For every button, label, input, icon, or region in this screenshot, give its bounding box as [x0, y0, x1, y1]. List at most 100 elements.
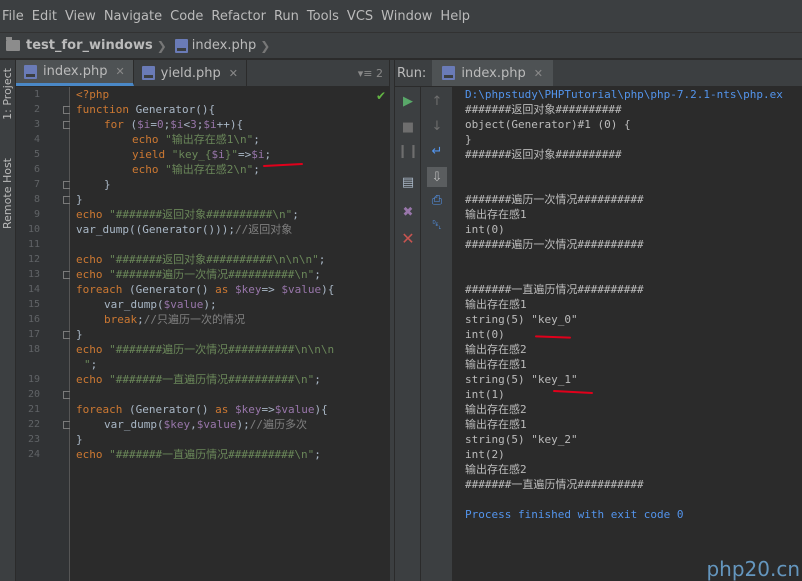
code-line: break;//只遍历一次的情况: [104, 313, 245, 326]
console-line: 输出存在感1: [465, 208, 527, 221]
console-line: }: [465, 133, 472, 146]
menu-run[interactable]: Run: [272, 9, 305, 24]
red-annotation: [534, 335, 572, 339]
folder-icon: [6, 37, 20, 51]
restore-layout-icon[interactable]: ▤: [400, 174, 416, 190]
pin-icon[interactable]: ✖: [400, 204, 416, 220]
menu-help[interactable]: Help: [438, 9, 476, 24]
menu-file[interactable]: File: [0, 9, 30, 24]
breadcrumb-file[interactable]: index.php: [192, 38, 256, 53]
code-line: <?php: [76, 88, 110, 101]
code-line: }: [76, 193, 83, 206]
code-line: echo "输出存在感1\n";: [132, 133, 260, 146]
up-arrow-icon[interactable]: ↑: [429, 93, 445, 109]
line-number: 2: [33, 104, 40, 115]
rerun-icon[interactable]: ▶: [400, 93, 416, 109]
menu-view[interactable]: View: [63, 9, 102, 24]
code-line: echo "#######返回对象##########\n\n\n";: [76, 253, 326, 266]
menu-bar: File Edit View Navigate Code Refactor Ru…: [0, 0, 802, 33]
line-number: 1: [33, 89, 40, 100]
breadcrumb-project[interactable]: test_for_windows: [26, 38, 153, 53]
run-tab-index-php[interactable]: index.php ✕: [432, 60, 553, 86]
console-line: 输出存在感1: [465, 418, 527, 431]
line-number: [20, 357, 40, 372]
line-number: 17: [27, 329, 40, 340]
editor-tab-bar: index.php ✕ yield.php ✕ ▾≡ 2: [16, 60, 389, 87]
code-line: for ($i=0;$i<3;$i++){: [104, 118, 244, 131]
close-icon[interactable]: ✕: [534, 67, 543, 80]
console-line: int(0): [465, 223, 505, 236]
project-tool-button[interactable]: 1: Project: [1, 68, 14, 120]
line-number: 15: [27, 299, 40, 310]
stop-icon[interactable]: ■: [400, 119, 416, 135]
code-editor[interactable]: <?php function Generator(){ for ($i=0;$i…: [70, 87, 389, 581]
console-line: 输出存在感2: [465, 463, 527, 476]
console-line: string(5) "key_0": [465, 313, 578, 326]
php-file-icon: [442, 66, 456, 80]
console-line: int(0): [465, 328, 505, 341]
run-toolbar: ▶ ■ ❙❙ ▤ ✖ ✕: [395, 87, 421, 581]
line-number: 21: [27, 404, 40, 415]
check-icon: ✔: [376, 89, 387, 103]
tab-list-menu[interactable]: ▾≡ 2: [358, 60, 389, 86]
menu-navigate[interactable]: Navigate: [102, 9, 168, 24]
menu-window[interactable]: Window: [379, 9, 438, 24]
code-line: var_dump($key,$value);//遍历多次: [104, 418, 307, 431]
watermark: php20.cn: [706, 557, 800, 581]
run-console[interactable]: D:\phpstudy\PHPTutorial\php\php-7.2.1-nt…: [453, 87, 802, 581]
code-line: echo "输出存在感2\n";: [132, 163, 260, 176]
console-line: 输出存在感2: [465, 403, 527, 416]
remote-host-tool-button[interactable]: Remote Host: [1, 158, 14, 229]
menu-refactor[interactable]: Refactor: [209, 9, 272, 24]
line-number: 9: [33, 209, 40, 220]
console-line: Process finished with exit code 0: [465, 508, 684, 521]
console-line: string(5) "key_1": [465, 373, 578, 386]
console-line: #######一直遍历情况##########: [465, 283, 644, 296]
console-line: #######返回对象##########: [465, 148, 622, 161]
print-icon[interactable]: ⎙: [429, 192, 445, 208]
console-line: #######返回对象##########: [465, 103, 622, 116]
line-number: 3: [33, 119, 40, 130]
tab-yield-php[interactable]: yield.php ✕: [134, 60, 247, 86]
line-number-gutter: 1 2 3 4 5 6 7 8 9 10 11 12 13 14 15 16 17 18 19 20 21 22 23 24: [16, 87, 71, 581]
close-icon[interactable]: ✕: [115, 65, 124, 78]
code-line: yield "key_{$i}"=>$i;: [132, 148, 272, 161]
navigation-bar: test_for_windows ❯ index.php ❯: [0, 33, 802, 59]
menu-vcs[interactable]: VCS: [345, 9, 379, 24]
run-label: Run:: [397, 65, 427, 81]
console-line: 输出存在感1: [465, 358, 527, 371]
menu-code[interactable]: Code: [168, 9, 209, 24]
console-line: string(5) "key_2": [465, 433, 578, 446]
line-number: 18: [27, 344, 40, 355]
pause-icon[interactable]: ❙❙: [397, 143, 419, 159]
code-line: foreach (Generator() as $key=>$value){: [76, 403, 328, 416]
line-number: 14: [27, 284, 40, 295]
line-number: 6: [33, 164, 40, 175]
soft-wrap-icon[interactable]: ↵: [429, 143, 445, 159]
run-panel-header: Run: index.php ✕: [395, 60, 802, 87]
scroll-to-end-icon[interactable]: ⇩: [427, 167, 447, 187]
code-line: foreach (Generator() as $key=> $value){: [76, 283, 335, 296]
trash-icon[interactable]: ␡: [429, 217, 445, 233]
code-line: echo "#######遍历一次情况##########\n";: [76, 268, 321, 281]
console-line: int(2): [465, 448, 505, 461]
line-number: 8: [33, 194, 40, 205]
close-run-icon[interactable]: ✕: [400, 229, 416, 248]
code-line: function Generator(){: [76, 103, 216, 116]
console-line: #######遍历一次情况##########: [465, 193, 644, 206]
console-line[interactable]: D:\phpstudy\PHPTutorial\php\php-7.2.1-nt…: [465, 87, 783, 102]
code-line: echo "#######遍历一次情况##########\n\n\n: [76, 343, 335, 356]
console-line: #######一直遍历情况##########: [465, 478, 644, 491]
line-number: 16: [27, 314, 40, 325]
code-line: echo "#######返回对象##########\n";: [76, 208, 299, 221]
chevron-right-icon: ❯: [260, 38, 271, 53]
left-tool-stripe: 1: Project Remote Host: [0, 60, 16, 581]
tab-label: index.php: [43, 64, 108, 79]
code-line: }: [104, 178, 111, 191]
menu-tools[interactable]: Tools: [305, 9, 345, 24]
down-arrow-icon[interactable]: ↓: [429, 118, 445, 134]
close-icon[interactable]: ✕: [229, 67, 238, 80]
menu-edit[interactable]: Edit: [30, 9, 63, 24]
red-annotation: [552, 389, 594, 395]
tab-index-php[interactable]: index.php ✕: [16, 60, 134, 86]
